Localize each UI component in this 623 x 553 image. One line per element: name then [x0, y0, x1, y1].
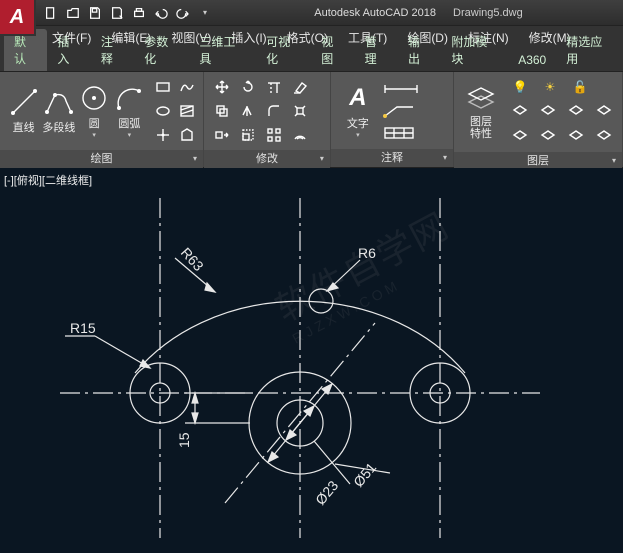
table-icon[interactable] [383, 124, 423, 142]
panel-layers: 图层 特性 💡 ☀ 🔓 [454, 72, 623, 167]
panel-modify: 修改 [204, 72, 331, 167]
offset-icon[interactable] [288, 124, 312, 146]
open-icon[interactable] [64, 4, 82, 22]
panel-draw: 直线 多段线 圆 ▾ 圆弧 ▾ [0, 72, 204, 167]
leader-icon[interactable] [383, 102, 423, 120]
polyline-label: 多段线 [42, 119, 75, 135]
line-label: 直线 [13, 119, 35, 135]
line-button[interactable]: 直线 [6, 87, 41, 135]
arc-icon [114, 83, 144, 113]
tab-featured[interactable]: 精选应用 [556, 29, 623, 71]
tab-manage[interactable]: 管理 [355, 29, 398, 71]
scale-icon[interactable] [236, 124, 260, 146]
hatch-icon[interactable] [175, 100, 199, 122]
tab-addon[interactable]: 附加模块 [441, 29, 508, 71]
erase-icon[interactable] [288, 76, 312, 98]
layer-match-icon[interactable] [592, 101, 616, 123]
dim-d23: Ø23 [312, 477, 341, 508]
circle-label: 圆 [89, 115, 100, 131]
tab-param[interactable]: 参数化 [134, 29, 189, 71]
explode-icon[interactable] [288, 100, 312, 122]
chevron-down-icon: ▾ [356, 131, 360, 139]
title-bar: ▾ Autodesk AutoCAD 2018 Drawing5.dwg [0, 0, 623, 26]
layer-lock-icon[interactable]: 🔓 [568, 76, 592, 98]
tab-view[interactable]: 视图 [311, 29, 354, 71]
new-icon[interactable] [42, 4, 60, 22]
line-icon [9, 87, 39, 117]
layer-freeze-icon[interactable]: ☀ [538, 76, 562, 98]
tab-3dtools[interactable]: 三维工具 [189, 29, 256, 71]
dim-d51: Ø51 [350, 459, 379, 490]
point-icon[interactable] [151, 124, 175, 146]
trim-icon[interactable] [262, 76, 286, 98]
undo-icon[interactable] [152, 4, 170, 22]
layer-merge-icon[interactable] [592, 126, 616, 148]
text-label: 文字 [347, 115, 369, 131]
text-button[interactable]: A 文字 ▾ [337, 83, 379, 139]
chevron-down-icon: ▾ [128, 131, 132, 139]
tab-visualize[interactable]: 可视化 [256, 29, 311, 71]
dim-linear-icon[interactable] [383, 80, 423, 98]
layer-props-label: 图层 特性 [470, 116, 492, 140]
panel-draw-title[interactable]: 绘图 [0, 150, 203, 168]
qat-dropdown-icon[interactable]: ▾ [196, 4, 214, 22]
title-text: Autodesk AutoCAD 2018 Drawing5.dwg [214, 7, 623, 19]
move-icon[interactable] [210, 76, 234, 98]
layer-iso-icon[interactable] [508, 101, 532, 123]
arc-button[interactable]: 圆弧 ▾ [112, 83, 147, 139]
drawing-canvas[interactable]: [-][俯视][二维线框] 软件自学网 RJZXW.COM [0, 168, 623, 553]
spline-icon[interactable] [175, 76, 199, 98]
app-name: Autodesk AutoCAD 2018 [314, 7, 436, 19]
copy-icon[interactable] [210, 100, 234, 122]
plot-icon[interactable] [130, 4, 148, 22]
tab-insert[interactable]: 插入 [47, 29, 90, 71]
panel-annotate-title[interactable]: 注释 [331, 149, 453, 167]
stretch-icon[interactable] [210, 124, 234, 146]
rotate-icon[interactable] [236, 76, 260, 98]
polyline-button[interactable]: 多段线 [41, 87, 76, 135]
saveas-icon[interactable] [108, 4, 126, 22]
dim-r15: R15 [70, 320, 96, 336]
chevron-down-icon: ▾ [92, 131, 96, 139]
redo-icon[interactable] [174, 4, 192, 22]
ribbon: 直线 多段线 圆 ▾ 圆弧 ▾ [0, 72, 623, 168]
layer-state-icon[interactable] [564, 126, 588, 148]
text-icon: A [343, 83, 373, 113]
dim-r6: R6 [358, 245, 376, 261]
region-icon[interactable] [175, 124, 199, 146]
doc-name: Drawing5.dwg [453, 7, 523, 19]
tab-annotate[interactable]: 注释 [91, 29, 134, 71]
layer-prev-icon[interactable] [508, 126, 532, 148]
fillet-icon[interactable] [262, 100, 286, 122]
layer-make-icon[interactable] [564, 101, 588, 123]
circle-button[interactable]: 圆 ▾ [77, 83, 112, 139]
layer-on-icon[interactable]: 💡 [508, 76, 532, 98]
layer-properties-button[interactable]: 图层 特性 [460, 84, 502, 140]
tab-output[interactable]: 输出 [398, 29, 441, 71]
layer-walk-icon[interactable] [536, 126, 560, 148]
app-logo[interactable]: A [0, 0, 36, 36]
ellipse-icon[interactable] [151, 100, 175, 122]
save-icon[interactable] [86, 4, 104, 22]
arc-label: 圆弧 [118, 115, 140, 131]
polyline-icon [44, 87, 74, 117]
layer-off-icon[interactable] [536, 101, 560, 123]
mirror-icon[interactable] [236, 100, 260, 122]
dim-15: 15 [176, 432, 192, 448]
array-icon[interactable] [262, 124, 286, 146]
quick-access-toolbar: ▾ [42, 4, 214, 22]
drawing-content: R15 R63 R6 15 Ø23 Ø51 [0, 168, 623, 553]
layers-icon [466, 84, 496, 114]
circle-icon [79, 83, 109, 113]
dim-r63: R63 [178, 244, 207, 274]
panel-modify-title[interactable]: 修改 [204, 150, 330, 168]
rectangle-icon[interactable] [151, 76, 175, 98]
tab-a360[interactable]: A360 [508, 49, 556, 71]
ribbon-tabs: 默认 插入 注释 参数化 三维工具 可视化 视图 管理 输出 附加模块 A360… [0, 48, 623, 72]
panel-annotate: A 文字 ▾ 注释 [331, 72, 454, 167]
